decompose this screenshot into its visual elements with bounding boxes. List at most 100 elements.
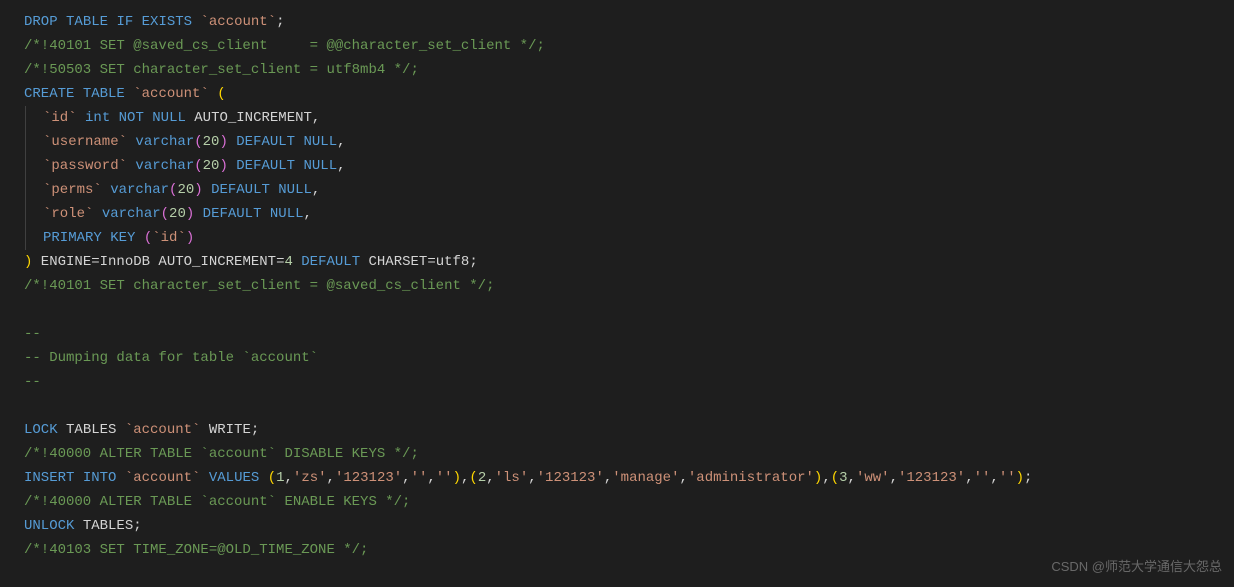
string-value: '': [436, 470, 453, 486]
string-value: 'ls': [495, 470, 529, 486]
code-line: LOCK TABLES `account` WRITE;: [24, 418, 1210, 442]
number: 1: [276, 470, 284, 486]
string-value: 'zs': [293, 470, 327, 486]
type-int: int: [85, 110, 110, 126]
paren-open: (: [209, 86, 226, 102]
keyword-default: DEFAULT: [203, 206, 262, 222]
type-varchar: varchar: [102, 206, 161, 222]
code-line: /*!50503 SET character_set_client = utf8…: [24, 58, 1210, 82]
comma: ,: [965, 470, 973, 486]
comment: /*!40000 ALTER TABLE `account` DISABLE K…: [24, 446, 419, 462]
semicolon: ;: [276, 14, 284, 30]
keyword-default: DEFAULT: [236, 134, 295, 150]
utf8: utf8;: [436, 254, 478, 270]
code-line: ) ENGINE=InnoDB AUTO_INCREMENT=4 DEFAULT…: [24, 250, 1210, 274]
comma: ,: [304, 206, 312, 222]
number: 3: [839, 470, 847, 486]
column-id: `id`: [43, 110, 77, 126]
paren-close: ): [1016, 470, 1024, 486]
code-line: PRIMARY KEY (`id`): [25, 226, 1210, 250]
comment: /*!40000 ALTER TABLE `account` ENABLE KE…: [24, 494, 410, 510]
paren-open: (: [135, 230, 152, 246]
comma: ,: [890, 470, 898, 486]
number: 20: [203, 158, 220, 174]
column-password: `password`: [43, 158, 127, 174]
paren-open: (: [161, 206, 169, 222]
keyword-null: NULL: [303, 158, 337, 174]
comma: ,: [402, 470, 410, 486]
keyword-not: NOT: [119, 110, 144, 126]
comma: ,: [486, 470, 494, 486]
keyword-unlock: UNLOCK: [24, 518, 74, 534]
string-value: '123123': [898, 470, 965, 486]
number: 20: [203, 134, 220, 150]
tables: TABLES;: [74, 518, 141, 534]
keyword-key: KEY: [110, 230, 135, 246]
keyword-create: CREATE: [24, 86, 74, 102]
code-line: UNLOCK TABLES;: [24, 514, 1210, 538]
string-value: 'ww': [856, 470, 890, 486]
code-line: --: [24, 322, 1210, 346]
code-line: /*!40000 ALTER TABLE `account` DISABLE K…: [24, 442, 1210, 466]
string-value: '123123': [335, 470, 402, 486]
paren-close: ): [186, 230, 194, 246]
identifier-account: `account`: [200, 14, 276, 30]
string-value: '': [974, 470, 991, 486]
column-username: `username`: [43, 134, 127, 150]
keyword-default: DEFAULT: [236, 158, 295, 174]
paren-close: ): [194, 182, 202, 198]
comma: ,: [285, 470, 293, 486]
code-line: INSERT INTO `account` VALUES (1,'zs','12…: [24, 466, 1210, 490]
string-value: 'manage': [612, 470, 679, 486]
semicolon: ;: [1024, 470, 1032, 486]
code-line: /*!40101 SET character_set_client = @sav…: [24, 274, 1210, 298]
string-value: '': [999, 470, 1016, 486]
code-editor[interactable]: DROP TABLE IF EXISTS `account`; /*!40101…: [0, 10, 1234, 562]
code-line: /*!40000 ALTER TABLE `account` ENABLE KE…: [24, 490, 1210, 514]
keyword-insert: INSERT: [24, 470, 74, 486]
identifier-account: `account`: [125, 422, 201, 438]
charset: CHARSET: [360, 254, 427, 270]
paren-open: (: [194, 158, 202, 174]
comment: --: [24, 374, 41, 390]
equals: =: [91, 254, 99, 270]
paren-open: (: [259, 470, 276, 486]
innodb: InnoDB AUTO_INCREMENT: [100, 254, 276, 270]
comma: ,: [990, 470, 998, 486]
paren-close: ): [219, 134, 227, 150]
comma: ,: [604, 470, 612, 486]
keyword-exists: EXISTS: [142, 14, 192, 30]
keyword-drop: DROP: [24, 14, 58, 30]
identifier-account: `account`: [125, 470, 201, 486]
paren-open: (: [469, 470, 477, 486]
keyword-null: NULL: [303, 134, 337, 150]
code-line: CREATE TABLE `account` (: [24, 82, 1210, 106]
string-value: '123123': [537, 470, 604, 486]
keyword-null: NULL: [152, 110, 186, 126]
comment: /*!40103 SET TIME_ZONE=@OLD_TIME_ZONE */…: [24, 542, 368, 558]
keyword-into: INTO: [83, 470, 117, 486]
comma: ,: [312, 182, 320, 198]
code-line: --: [24, 370, 1210, 394]
keyword-values: VALUES: [209, 470, 259, 486]
comma: ,: [679, 470, 687, 486]
comma: ,: [822, 470, 830, 486]
code-line: /*!40103 SET TIME_ZONE=@OLD_TIME_ZONE */…: [24, 538, 1210, 562]
comment: -- Dumping data for table `account`: [24, 350, 318, 366]
keyword-null: NULL: [278, 182, 312, 198]
write: WRITE;: [200, 422, 259, 438]
comma: ,: [337, 158, 345, 174]
code-line-empty: [24, 298, 1210, 322]
code-line: `perms` varchar(20) DEFAULT NULL,: [25, 178, 1210, 202]
column-id: `id`: [152, 230, 186, 246]
comment: /*!40101 SET character_set_client = @sav…: [24, 278, 494, 294]
tables: TABLES: [58, 422, 125, 438]
keyword-if: IF: [116, 14, 133, 30]
keyword-default: DEFAULT: [301, 254, 360, 270]
code-line: `password` varchar(20) DEFAULT NULL,: [25, 154, 1210, 178]
string-value: '': [411, 470, 428, 486]
number: 4: [284, 254, 292, 270]
comma: ,: [848, 470, 856, 486]
comment: /*!50503 SET character_set_client = utf8…: [24, 62, 419, 78]
type-varchar: varchar: [110, 182, 169, 198]
